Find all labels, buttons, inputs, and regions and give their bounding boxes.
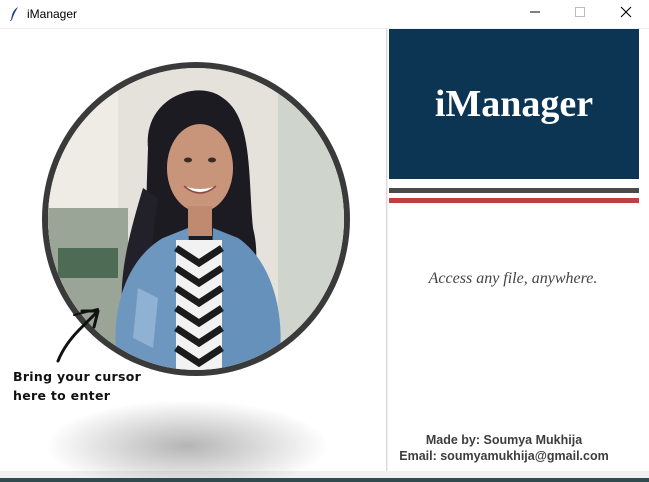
window-title: iManager — [27, 7, 78, 21]
minimize-icon — [529, 5, 541, 23]
arrow-icon — [56, 308, 100, 363]
brand-banner: iManager — [389, 29, 639, 179]
taskbar-edge — [0, 478, 649, 482]
made-by-label: Made by: Soumya Mukhija — [425, 433, 583, 447]
app-name-heading: iManager — [434, 83, 594, 125]
minimize-button[interactable] — [512, 0, 558, 28]
feather-icon — [7, 6, 23, 22]
maximize-button[interactable] — [557, 0, 603, 28]
divider-dark — [389, 188, 639, 193]
hint-line-2: here to enter — [13, 388, 111, 403]
author-credits: Made by: Soumya Mukhija Email: soumyamuk… — [388, 432, 620, 464]
left-panel: Bring your cursor here to enter — [0, 29, 387, 482]
right-panel: iManager Access any file, anywhere. Made… — [388, 29, 649, 471]
photo-shadow — [48, 401, 326, 482]
maximize-icon — [574, 5, 586, 23]
email-label: Email: soumyamukhija@gmail.com — [399, 449, 609, 463]
divider-red — [389, 198, 639, 203]
tagline: Access any file, anywhere. — [428, 270, 598, 287]
hint-line-1: Bring your cursor — [13, 369, 142, 384]
close-button[interactable] — [603, 0, 649, 28]
close-icon — [620, 5, 632, 23]
title-bar[interactable]: iManager — [0, 0, 649, 28]
enter-hint: Bring your cursor here to enter — [13, 367, 173, 405]
app-window: iManager Bring your cursor here to enter… — [0, 0, 649, 482]
